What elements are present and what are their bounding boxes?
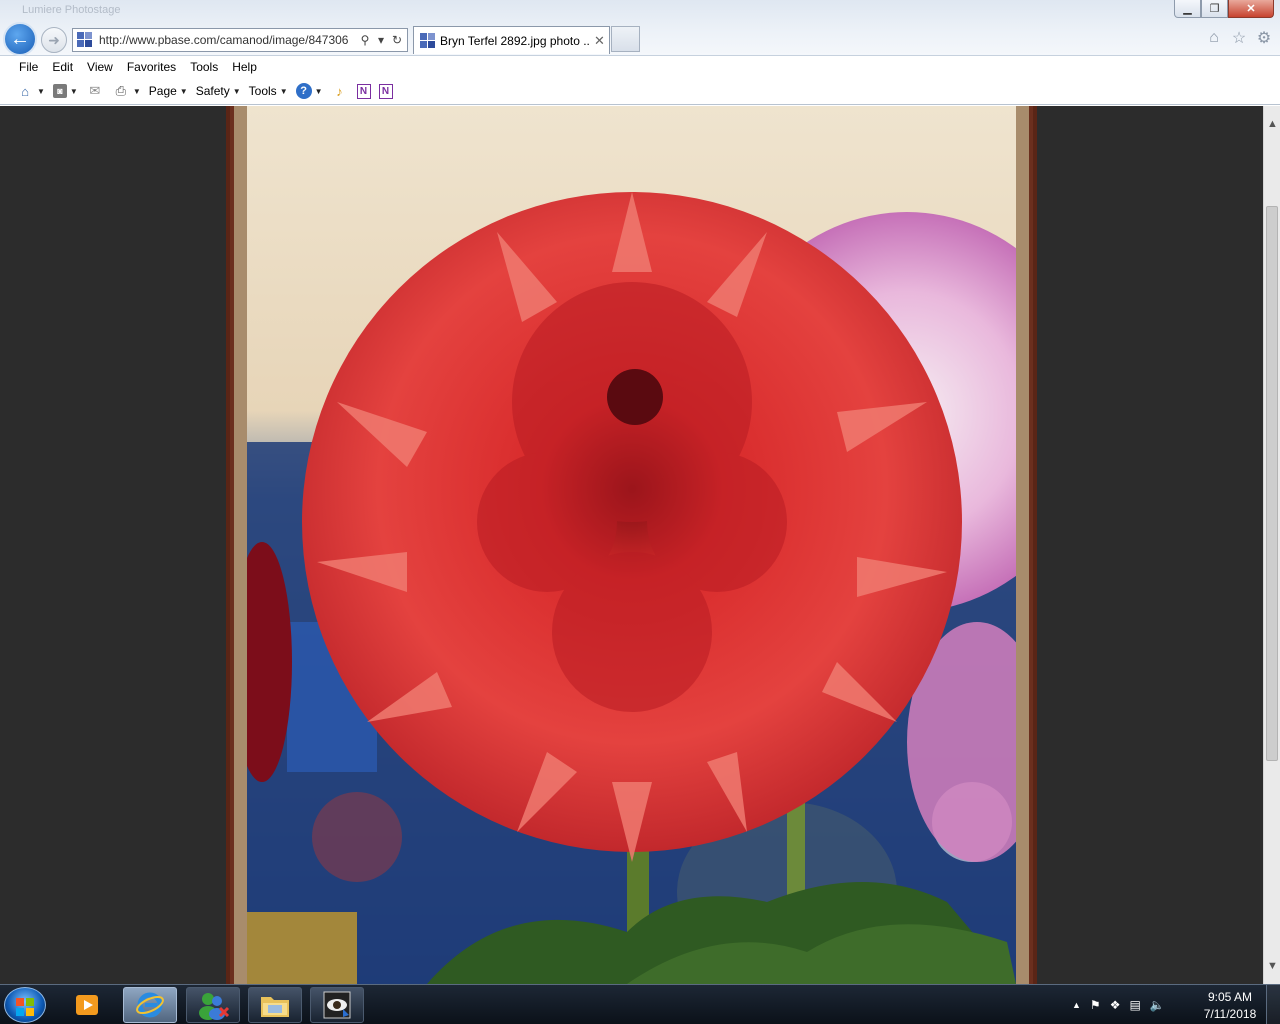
refresh-icon[interactable]: ↻	[389, 33, 405, 47]
home-icon[interactable]: ⌂	[1204, 28, 1224, 48]
menu-favorites[interactable]: Favorites	[120, 60, 183, 74]
mail-command[interactable]: ✉	[86, 82, 104, 100]
photo-frame	[226, 106, 1037, 984]
menu-edit[interactable]: Edit	[45, 60, 80, 74]
show-hidden-icons-icon[interactable]: ▲	[1072, 1000, 1081, 1010]
window-title: Lumiere Photostage	[22, 4, 121, 16]
page-label: Page	[148, 84, 177, 98]
tools-dropdown-icon: ▼	[279, 86, 288, 96]
vertical-scrollbar[interactable]: ▲ ▼	[1263, 106, 1280, 984]
restore-button[interactable]: ❐	[1201, 0, 1228, 18]
forward-arrow-icon: ➜	[48, 31, 60, 48]
mail-icon: ✉	[89, 83, 101, 98]
settings-gear-icon[interactable]: ⚙	[1254, 28, 1274, 48]
tab-title: Bryn Terfel 2892.jpg photo ...	[440, 33, 590, 48]
folder-icon	[261, 997, 289, 1017]
scroll-up-icon[interactable]: ▲	[1267, 118, 1278, 130]
tools-label: Tools	[248, 84, 277, 98]
windows-logo-icon	[16, 998, 24, 1006]
menu-view[interactable]: View	[80, 60, 120, 74]
safety-menu[interactable]: Safety ▼	[196, 84, 241, 98]
page-dropdown-icon: ▼	[179, 86, 188, 96]
scroll-thumb[interactable]	[1266, 206, 1278, 761]
tab-bryn-terfel[interactable]: Bryn Terfel 2892.jpg photo ... ✕	[413, 26, 610, 54]
photo-viewer-eye-icon	[323, 991, 351, 1019]
home-dropdown-icon[interactable]: ▼	[37, 87, 45, 96]
network-icon[interactable]: ▤	[1129, 998, 1140, 1012]
search-icon[interactable]: ⚲	[357, 33, 373, 47]
volume-muted-icon[interactable]: 🔈	[1150, 998, 1165, 1012]
start-button[interactable]	[4, 987, 46, 1023]
windows-taskbar: ▲ ⚑ ❖ ▤ 🔈 9:05 AM 7/11/2018	[0, 984, 1280, 1024]
menu-file[interactable]: File	[12, 60, 45, 74]
browser-title-bar: Lumiere Photostage ▁ ❐ ✕ ← ➜ http://www.…	[0, 0, 1280, 56]
tab-close-icon[interactable]: ✕	[594, 33, 605, 49]
action-center-flag-icon[interactable]: ⚑	[1090, 998, 1101, 1012]
menu-bar: File Edit View Favorites Tools Help	[0, 56, 1280, 78]
home-icon: ⌂	[21, 83, 29, 99]
messenger-icon	[199, 993, 230, 1020]
favorites-star-icon[interactable]: ☆	[1229, 28, 1249, 48]
page-content	[0, 106, 1263, 984]
help-icon: ?	[295, 83, 312, 99]
command-bar: ⌂ ▼ ◙ ▼ ✉ ⎙ ▼ Page ▼ Safety ▼ Tools ▼ ? …	[0, 78, 1280, 105]
system-clock[interactable]: 9:05 AM 7/11/2018	[1198, 989, 1262, 1023]
close-button[interactable]: ✕	[1228, 0, 1274, 18]
onenote-linked-command[interactable]: N	[378, 83, 393, 99]
taskbar-photo-viewer[interactable]	[310, 987, 364, 1023]
menu-tools[interactable]: Tools	[183, 60, 225, 74]
address-dropdown-icon[interactable]: ▾	[373, 33, 389, 47]
page-menu[interactable]: Page ▼	[149, 84, 188, 98]
research-command[interactable]: ♪	[331, 82, 349, 100]
taskbar-file-explorer[interactable]	[248, 987, 302, 1023]
onenote-send-command[interactable]: N	[356, 83, 371, 99]
internet-explorer-icon	[136, 992, 164, 1018]
print-icon: ⎙	[115, 83, 127, 98]
back-button[interactable]: ←	[3, 22, 37, 56]
taskbar-windows-live-messenger[interactable]	[186, 987, 240, 1023]
research-icon: ♪	[336, 83, 343, 99]
taskbar-internet-explorer[interactable]	[123, 987, 177, 1023]
help-dropdown-icon[interactable]: ▼	[315, 87, 323, 96]
media-player-icon	[76, 995, 98, 1015]
browser-right-icons: ⌂ ☆ ⚙	[1204, 28, 1274, 48]
safety-dropdown-icon: ▼	[232, 86, 241, 96]
system-tray: ▲ ⚑ ❖ ▤ 🔈	[1072, 985, 1165, 1024]
back-arrow-icon: ←	[10, 27, 30, 50]
help-command[interactable]: ? ▼	[295, 83, 323, 99]
feeds-dropdown-icon[interactable]: ▼	[70, 87, 78, 96]
print-command[interactable]: ⎙ ▼	[112, 82, 141, 100]
home-command[interactable]: ⌂ ▼	[16, 82, 45, 100]
pbase-tab-favicon-icon	[420, 32, 436, 49]
menu-help[interactable]: Help	[225, 60, 264, 74]
tools-menu[interactable]: Tools ▼	[249, 84, 288, 98]
dahlia-image	[247, 106, 1016, 984]
dropbox-icon[interactable]: ❖	[1110, 998, 1121, 1012]
forward-button[interactable]: ➜	[41, 27, 67, 53]
onenote-linked-icon: N	[378, 83, 393, 99]
clock-date: 7/11/2018	[1203, 1007, 1257, 1021]
pbase-favicon-icon	[77, 32, 93, 48]
taskbar-media-player[interactable]	[64, 987, 110, 1023]
safety-label: Safety	[195, 84, 230, 98]
feeds-command[interactable]: ◙ ▼	[52, 84, 78, 98]
clock-time: 9:05 AM	[1207, 990, 1253, 1004]
window-controls: ▁ ❐ ✕	[1174, 0, 1274, 18]
minimize-button[interactable]: ▁	[1174, 0, 1201, 18]
scroll-down-icon[interactable]: ▼	[1267, 960, 1278, 972]
dahlia-photo[interactable]	[247, 106, 1016, 984]
rss-feed-icon: ◙	[52, 84, 67, 98]
new-tab-button[interactable]	[611, 26, 640, 52]
onenote-send-icon: N	[356, 83, 371, 99]
url-text[interactable]: http://www.pbase.com/camanod/image/84730…	[99, 33, 357, 47]
print-dropdown-icon[interactable]: ▼	[133, 87, 141, 96]
show-desktop-button[interactable]	[1266, 985, 1280, 1024]
address-bar[interactable]: http://www.pbase.com/camanod/image/84730…	[72, 28, 408, 52]
